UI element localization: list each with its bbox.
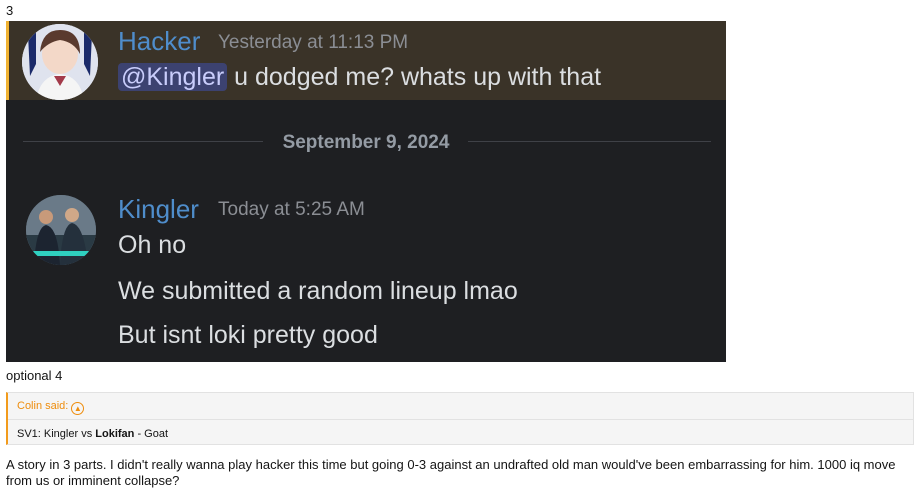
discord-screenshot: Hacker Yesterday at 11:13 PM @Kingler u … [6, 21, 726, 362]
mention-highlight-bar [6, 21, 9, 100]
section-label-optional-4: optional 4 [6, 368, 63, 383]
quote-text-end: - Goat [134, 428, 169, 440]
message-username[interactable]: Hacker [118, 26, 200, 56]
quote-text-start: SV1: Kingler vs [17, 428, 96, 440]
hacker-avatar[interactable] [22, 24, 98, 100]
quote-header[interactable]: Colin said: ▲ [17, 399, 85, 415]
message-text: @Kingler u dodged me? whats up with that [118, 62, 601, 92]
message-content: u dodged me? whats up with that [227, 63, 602, 91]
message-timestamp: Yesterday at 11:13 PM [218, 32, 409, 53]
post-body-text: A story in 3 parts. I didn't really wann… [6, 457, 896, 488]
section-label-3: 3 [6, 3, 14, 18]
team-photo-avatar-image [26, 195, 96, 265]
forum-quote-block: Colin said: ▲ SV1: Kingler vs Lokifan - G… [6, 392, 914, 445]
anime-avatar-image [22, 24, 98, 100]
quote-divider [8, 419, 913, 420]
circle-up-arrow-icon[interactable]: ▲ [71, 402, 85, 415]
message-line: But isnt loki pretty good [118, 321, 378, 349]
message-line: We submitted a random lineup lmao [118, 277, 518, 305]
kingler-avatar[interactable] [26, 195, 96, 265]
quote-bold-name: Lokifan [95, 428, 135, 440]
message-line: Oh no [118, 231, 187, 259]
date-divider: September 9, 2024 [282, 132, 450, 153]
quote-author[interactable]: Colin said: [17, 400, 68, 412]
quote-content: SV1: Kingler vs Lokifan - Goat [17, 427, 168, 441]
user-mention[interactable]: @Kingler [118, 63, 228, 91]
message-timestamp: Today at 5:25 AM [218, 199, 365, 220]
message-username[interactable]: Kingler [118, 194, 199, 224]
